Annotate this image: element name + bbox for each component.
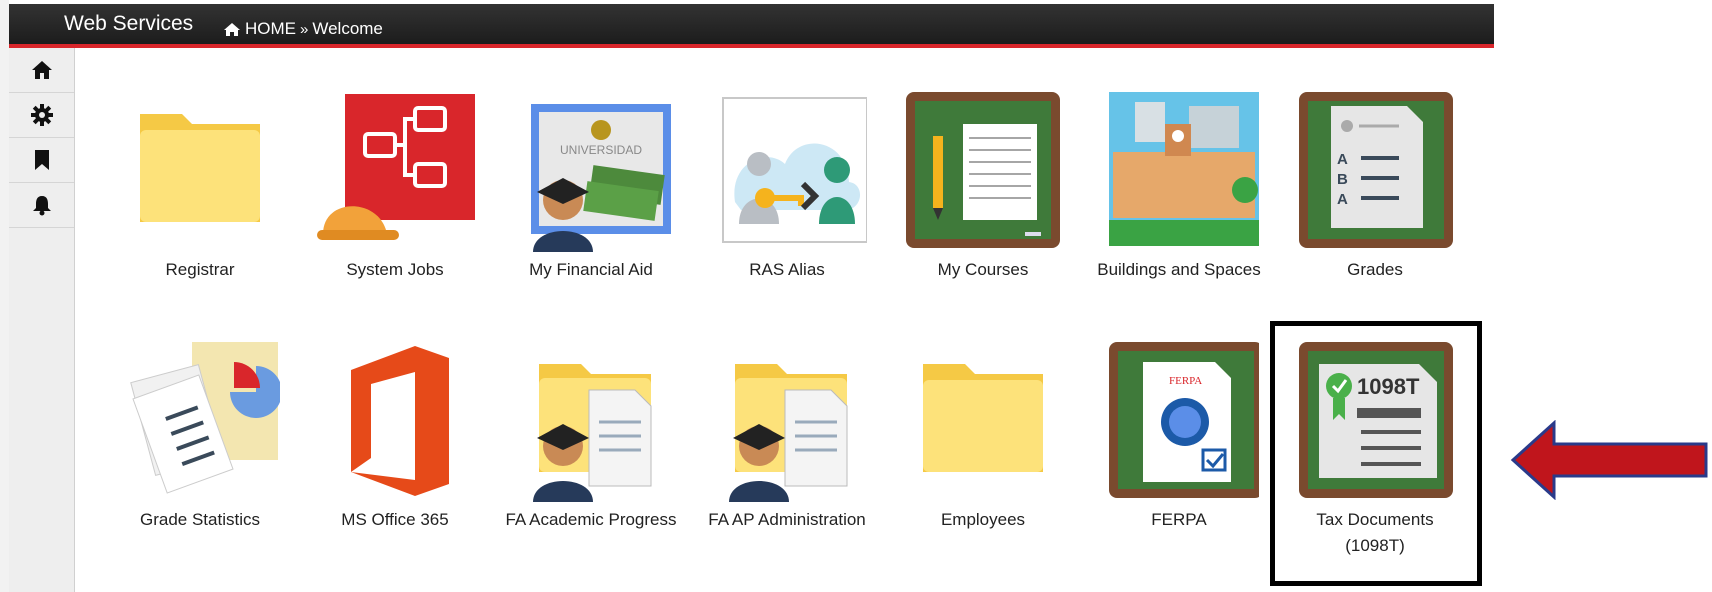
ras-alias-icon bbox=[722, 97, 868, 243]
app-my-courses[interactable]: My Courses bbox=[888, 92, 1078, 283]
breadcrumb-current: Welcome bbox=[312, 19, 383, 38]
app-label: FERPA bbox=[1151, 510, 1207, 529]
app-grade-statistics[interactable]: Grade Statistics bbox=[105, 342, 295, 533]
home-icon bbox=[31, 61, 52, 79]
fa-academic-progress-icon bbox=[533, 364, 652, 502]
sidebar-settings-button[interactable] bbox=[9, 93, 74, 138]
app-system-jobs[interactable]: System Jobs bbox=[300, 92, 490, 283]
app-label: Grade Statistics bbox=[140, 510, 260, 529]
ferpa-icon: FERPA bbox=[1109, 342, 1263, 498]
app-label: Registrar bbox=[165, 260, 235, 279]
svg-text:FERPA: FERPA bbox=[1169, 375, 1202, 387]
folder-icon bbox=[923, 364, 1043, 472]
app-grades[interactable]: A B A Grades bbox=[1280, 92, 1470, 283]
top-navbar: Web Services HOME » Welcome bbox=[9, 4, 1494, 48]
buildings-icon bbox=[1109, 92, 1259, 246]
app-employees[interactable]: Employees bbox=[888, 342, 1078, 533]
highlight-box bbox=[1270, 321, 1482, 586]
app-ferpa[interactable]: FERPA FERPA bbox=[1084, 342, 1274, 533]
app-ras-alias[interactable]: RAS Alias bbox=[692, 92, 882, 283]
app-label: Employees bbox=[940, 510, 1026, 529]
fa-ap-administration-icon bbox=[729, 364, 848, 502]
app-label: FA AP Administration bbox=[708, 510, 866, 529]
my-courses-icon bbox=[906, 92, 1060, 248]
sidebar-bookmark-button[interactable] bbox=[9, 138, 74, 183]
bell-icon bbox=[32, 196, 51, 216]
breadcrumb: HOME » Welcome bbox=[223, 19, 383, 39]
sidebar-notifications-button[interactable] bbox=[9, 183, 74, 228]
callout-arrow-icon bbox=[1510, 420, 1708, 500]
app-buildings-and-spaces[interactable]: Buildings and Spaces bbox=[1084, 92, 1274, 283]
folder-icon bbox=[140, 114, 260, 222]
app-ms-office-365[interactable]: MS Office 365 bbox=[300, 342, 490, 533]
home-icon bbox=[224, 22, 240, 36]
svg-text:B: B bbox=[1337, 171, 1348, 188]
app-label: System Jobs bbox=[346, 260, 444, 279]
sidebar-home-button[interactable] bbox=[9, 48, 74, 93]
app-label: My Financial Aid bbox=[529, 260, 653, 279]
app-title[interactable]: Web Services bbox=[64, 12, 193, 36]
financial-aid-icon: UNIVERSIDAD bbox=[531, 104, 671, 252]
gear-icon bbox=[30, 104, 53, 126]
svg-text:A: A bbox=[1337, 191, 1348, 208]
app-label: RAS Alias bbox=[749, 260, 825, 279]
app-fa-academic-progress[interactable]: FA Academic Progress bbox=[496, 342, 686, 533]
app-label: My Courses bbox=[937, 260, 1029, 279]
office-365-icon bbox=[351, 346, 449, 496]
app-label: FA Academic Progress bbox=[505, 510, 677, 529]
bookmark-icon bbox=[34, 150, 49, 170]
app-fa-ap-administration[interactable]: FA AP Administration bbox=[692, 342, 882, 533]
breadcrumb-home[interactable]: HOME bbox=[245, 19, 296, 39]
svg-text:A: A bbox=[1337, 151, 1348, 168]
sidebar bbox=[9, 48, 75, 592]
svg-text:UNIVERSIDAD: UNIVERSIDAD bbox=[560, 143, 642, 157]
system-jobs-icon bbox=[317, 94, 475, 240]
window-edge bbox=[0, 0, 9, 592]
app-label: Grades bbox=[1347, 260, 1403, 279]
grades-icon: A B A bbox=[1299, 92, 1453, 248]
app-label: MS Office 365 bbox=[341, 510, 449, 529]
grade-statistics-icon bbox=[130, 342, 282, 494]
breadcrumb-separator: » bbox=[300, 20, 309, 38]
app-label: Buildings and Spaces bbox=[1097, 260, 1261, 279]
app-registrar[interactable]: Registrar bbox=[105, 92, 295, 283]
app-my-financial-aid[interactable]: UNIVERSIDAD My Financial Aid bbox=[496, 92, 686, 283]
